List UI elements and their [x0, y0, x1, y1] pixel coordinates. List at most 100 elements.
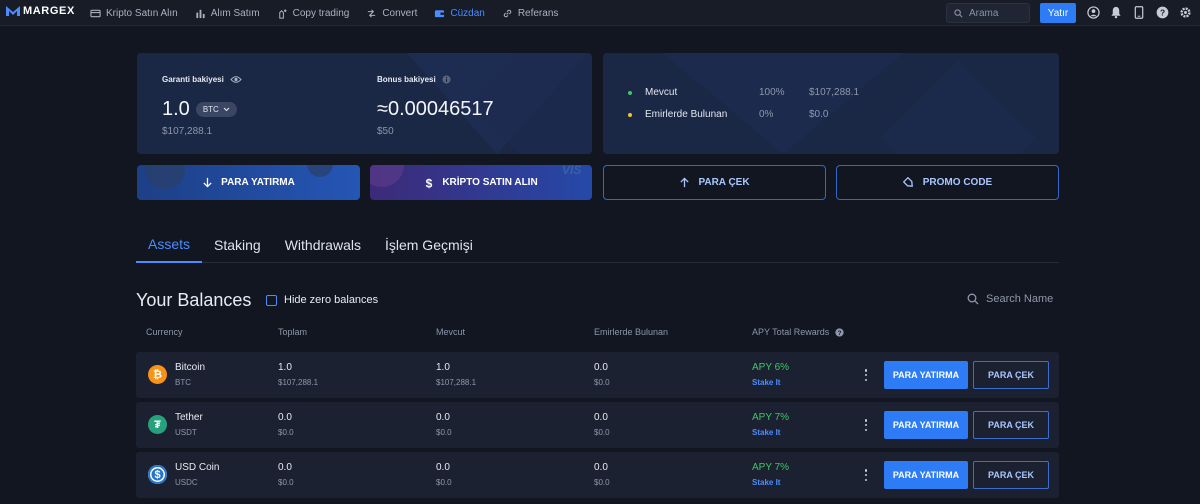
hide-zero-toggle[interactable]: Hide zero balances — [266, 294, 378, 306]
more-options-icon[interactable] — [863, 417, 869, 433]
settings-icon[interactable] — [1178, 5, 1192, 19]
balance-stats-card: Mevcut 100% $107,288.1 Emirlerde Bulunan… — [603, 53, 1059, 154]
top-search-input[interactable] — [969, 7, 1029, 19]
total-usd: $107,288.1 — [278, 378, 319, 387]
chevron-down-icon — [223, 107, 230, 112]
tab-staking[interactable]: Staking — [202, 227, 273, 263]
available-value: 0.0 — [436, 462, 450, 473]
deposit-button[interactable]: PARA YATIRMA — [137, 165, 360, 200]
bonus-balance-usd: $50 — [377, 126, 394, 137]
total-value: 0.0 — [278, 412, 292, 423]
nav-item-trade[interactable]: Alım Satım — [195, 8, 260, 19]
currency-selector[interactable]: BTC — [195, 102, 237, 117]
coin-icon: $ — [148, 465, 167, 484]
apy-value: APY 7% — [752, 412, 790, 423]
nav-item-wallet[interactable]: Cüzdan — [434, 7, 485, 19]
tab-withdrawals[interactable]: Withdrawals — [273, 227, 373, 263]
in-orders-usd: $0.0 — [594, 378, 610, 387]
tab-assets[interactable]: Assets — [136, 227, 203, 263]
apy-value: APY 6% — [752, 362, 790, 373]
balance-card: Garanti bakiyesi 1.0 BTC $107,288.1 Bonu… — [137, 53, 592, 154]
more-options-icon[interactable] — [863, 367, 869, 383]
row-withdraw-button[interactable]: PARA ÇEK — [973, 361, 1049, 389]
help-icon[interactable]: ? — [1155, 5, 1169, 19]
tab-transaction-history[interactable]: İşlem Geçmişi — [373, 227, 485, 263]
svg-text:?: ? — [1159, 7, 1164, 17]
row-deposit-button[interactable]: PARA YATIRMA — [884, 411, 968, 439]
coin-symbol: BTC — [175, 378, 191, 387]
nav-item-referral[interactable]: Referans — [502, 7, 559, 19]
stat-label: Emirlerde Bulunan — [645, 109, 728, 120]
stat-row-in-orders: Emirlerde Bulunan 0% $0.0 — [628, 109, 828, 120]
table-row: ₮ Tether USDT 0.0 $0.0 0.0 $0.0 0.0 $0.0… — [136, 402, 1059, 448]
coin-symbol: USDC — [175, 478, 198, 487]
dollar-icon: $ — [426, 177, 433, 189]
row-withdraw-button[interactable]: PARA ÇEK — [973, 461, 1049, 489]
mobile-icon[interactable] — [1132, 5, 1146, 19]
column-header-apy-label: APY Total Rewards — [752, 327, 830, 337]
column-header-in-orders: Emirlerde Bulunan — [594, 327, 669, 337]
stake-it-link[interactable]: Stake It — [752, 428, 780, 437]
stake-it-link[interactable]: Stake It — [752, 478, 780, 487]
bonus-balance-label: Bonus bakiyesi — [377, 75, 451, 84]
apy-value: APY 7% — [752, 462, 790, 473]
balance-search[interactable] — [967, 293, 1056, 305]
more-options-icon[interactable] — [863, 467, 869, 483]
in-orders-value: 0.0 — [594, 412, 608, 423]
top-search[interactable] — [946, 3, 1030, 23]
stat-row-available: Mevcut 100% $107,288.1 — [628, 87, 859, 98]
in-orders-usd: $0.0 — [594, 428, 610, 437]
row-withdraw-button[interactable]: PARA ÇEK — [973, 411, 1049, 439]
stat-amount: $107,288.1 — [809, 87, 860, 98]
margex-logo[interactable]: MARGEX — [6, 5, 75, 17]
search-icon — [967, 293, 979, 305]
in-orders-usd: $0.0 — [594, 478, 610, 487]
hide-zero-checkbox[interactable] — [266, 294, 277, 306]
total-value: 1.0 — [278, 362, 292, 373]
total-usd: $0.0 — [278, 428, 294, 437]
withdraw-button[interactable]: PARA ÇEK — [603, 165, 826, 200]
help-icon[interactable]: ? — [835, 327, 844, 337]
promo-code-button[interactable]: PROMO CODE — [836, 165, 1059, 200]
stake-it-link[interactable]: Stake It — [752, 378, 780, 387]
visa-logo: VIS — [562, 165, 582, 177]
nav-item-convert[interactable]: Convert — [366, 8, 417, 19]
table-row: $ USD Coin USDC 0.0 $0.0 0.0 $0.0 0.0 $0… — [136, 452, 1059, 498]
bell-icon[interactable] — [1109, 5, 1123, 19]
eye-icon[interactable] — [230, 75, 242, 84]
row-deposit-button[interactable]: PARA YATIRMA — [884, 361, 968, 389]
row-deposit-button[interactable]: PARA YATIRMA — [884, 461, 968, 489]
wallet-tabs: Assets Staking Withdrawals İşlem Geçmişi — [136, 227, 1059, 263]
nav-item-label: Referans — [517, 7, 559, 19]
nav-item-label: Convert — [382, 7, 418, 19]
in-orders-value: 0.0 — [594, 362, 608, 373]
column-header-currency: Currency — [146, 327, 183, 337]
bonus-balance-value: ≈0.00046517 — [377, 98, 494, 120]
guarantee-balance: 1.0 BTC — [162, 98, 237, 121]
card-icon — [90, 9, 101, 17]
nav-item-copy-trading[interactable]: Copy trading — [277, 7, 350, 19]
top-icon-group: ? — [1086, 5, 1192, 19]
in-orders-value: 0.0 — [594, 462, 608, 473]
deposit-button-label: PARA YATIRMA — [221, 177, 295, 188]
nav-item-label: Copy trading — [292, 7, 350, 19]
brand-name: MARGEX — [23, 5, 75, 17]
info-icon[interactable] — [442, 75, 451, 84]
arrow-down-icon — [203, 177, 212, 188]
top-deposit-button[interactable]: Yatır — [1040, 3, 1076, 23]
svg-text:$: $ — [426, 177, 433, 189]
stat-percent: 0% — [759, 109, 774, 120]
arrow-up-icon — [680, 177, 690, 188]
nav-item-buy-crypto[interactable]: Kripto Satın Alın — [90, 8, 178, 19]
coin-symbol: USDT — [175, 428, 197, 437]
main-nav: Kripto Satın Alın Alım Satım Copy tradin… — [90, 0, 558, 26]
nav-item-label: Cüzdan — [450, 7, 485, 19]
coin-icon: ₿ — [148, 365, 167, 384]
top-navbar: MARGEX Kripto Satın Alın Alım Satım Copy… — [0, 0, 1200, 26]
user-icon[interactable] — [1086, 5, 1100, 19]
link-icon — [503, 9, 512, 17]
guarantee-balance-label: Garanti bakiyesi — [162, 75, 242, 84]
available-usd: $107,288.1 — [436, 378, 477, 387]
balance-search-input[interactable] — [986, 293, 1056, 305]
buy-crypto-button[interactable]: VIS $ KRİPTO SATIN ALIN — [370, 165, 592, 200]
